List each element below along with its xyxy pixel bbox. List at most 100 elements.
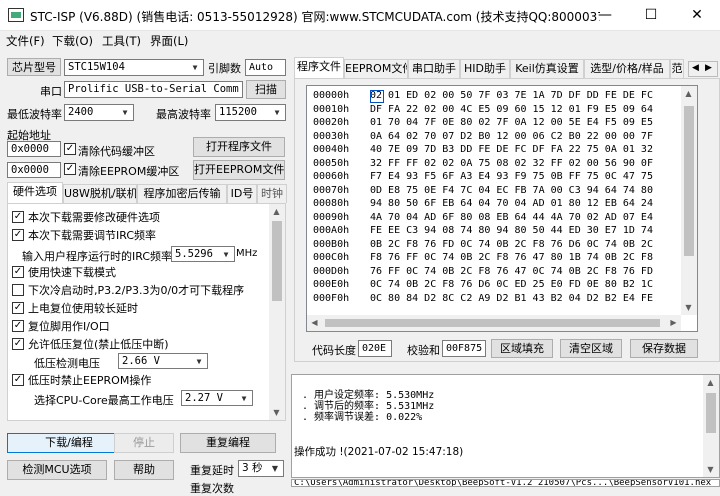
- app-icon: [8, 8, 24, 22]
- max-baud-select[interactable]: 115200 ▼: [215, 104, 286, 121]
- tab-u8w[interactable]: U8W脱机/联机: [63, 184, 137, 203]
- tab-eeprom-file[interactable]: EEPROM文件: [344, 59, 408, 78]
- scroll-up-icon[interactable]: ▲: [703, 375, 718, 390]
- detect-mcu-button[interactable]: 检测MCU选项: [7, 460, 107, 480]
- clear-code-checkbox[interactable]: ✓: [64, 143, 76, 155]
- scroll-down-icon[interactable]: ▼: [269, 405, 284, 420]
- hex-row[interactable]: 0C 74 0B 2C F8 76 D6 0C ED 25 E0 FD 0E 8…: [370, 278, 690, 292]
- hex-row[interactable]: F8 76 FF 0C 74 0B 2C F8 76 47 80 1B 74 0…: [370, 251, 690, 265]
- log-scrollbar[interactable]: ▲ ▼: [703, 375, 719, 477]
- lvd-select[interactable]: 2.66 V ▼: [118, 353, 208, 369]
- scroll-down-icon[interactable]: ▼: [703, 462, 718, 477]
- tab-keil-settings[interactable]: Keil仿真设置: [510, 59, 584, 78]
- clear-area-button[interactable]: 清空区域: [560, 339, 622, 358]
- log-line: . 调节后的频率: 5.531MHz: [302, 401, 435, 412]
- hex-address: 00010h: [313, 103, 350, 115]
- min-baud-select[interactable]: 2400 ▼: [64, 104, 134, 121]
- option-checkbox[interactable]: ✓: [12, 374, 24, 386]
- close-button[interactable]: ✕: [674, 0, 720, 31]
- hex-row[interactable]: F7 E4 93 F5 6F A3 E4 93 F9 75 0B FF 75 0…: [370, 170, 690, 184]
- download-program-button[interactable]: 下载/编程: [7, 433, 131, 453]
- option-checkbox[interactable]: ✓: [12, 320, 24, 332]
- repeat-delay-select[interactable]: 3 秒 ▼: [238, 460, 284, 477]
- scan-button[interactable]: 扫描: [246, 80, 286, 99]
- menu-file[interactable]: 文件(F): [6, 33, 45, 49]
- port-select[interactable]: Prolific USB-to-Serial Comm P: [64, 81, 243, 98]
- pin-count-select[interactable]: Auto: [245, 59, 286, 76]
- fill-area-button[interactable]: 区域填充: [491, 339, 553, 358]
- menu-interface[interactable]: 界面(L): [150, 33, 188, 49]
- open-eeprom-button[interactable]: 打开EEPROM文件: [193, 160, 285, 180]
- option-label: 下次冷启动时,P3.2/P3.3为0/0才可下载程序: [28, 284, 245, 297]
- hex-row[interactable]: 32 FF FF 02 02 0A 75 08 02 32 FF 02 00 5…: [370, 157, 690, 171]
- scroll-thumb[interactable]: [325, 319, 660, 327]
- hex-row[interactable]: 94 80 50 6F EB 64 04 70 04 AD 01 80 12 E…: [370, 197, 690, 211]
- option-checkbox[interactable]: ✓: [12, 266, 24, 278]
- tab-id[interactable]: ID号: [227, 184, 257, 203]
- open-program-button[interactable]: 打开程序文件: [193, 137, 285, 157]
- irc-frequency-input[interactable]: 5.5296 ▼: [171, 246, 235, 262]
- eeprom-start-address[interactable]: 0x0000: [7, 162, 61, 178]
- scroll-up-icon[interactable]: ▲: [681, 86, 696, 101]
- chevron-down-icon: ▼: [192, 63, 198, 72]
- tab-serial-assistant[interactable]: 串口助手: [408, 59, 460, 78]
- help-button[interactable]: 帮助: [114, 460, 174, 480]
- stop-button[interactable]: 停止: [114, 433, 174, 453]
- tab-program-file[interactable]: 程序文件: [294, 57, 344, 78]
- tab-selection-price[interactable]: 选型/价格/样品: [584, 59, 670, 78]
- menu-download[interactable]: 下载(O): [52, 33, 93, 49]
- option-checkbox[interactable]: ✓: [12, 211, 24, 223]
- hex-address: 00050h: [313, 157, 350, 169]
- tab-hid-assistant[interactable]: HID助手: [460, 59, 510, 78]
- hex-editor[interactable]: 00000h 00010h 00020h 00030h 00040h 00050h 0006…: [306, 85, 698, 332]
- hex-row[interactable]: 4A 70 04 AD 6F 80 08 EB 64 44 4A 70 02 A…: [370, 211, 690, 225]
- tab-more[interactable]: 范: [670, 59, 684, 78]
- options-scrollbar[interactable]: ▲ ▼: [269, 204, 285, 420]
- maximize-button[interactable]: ☐: [628, 0, 674, 31]
- log-line: . 用户设定频率: 5.530MHz: [302, 390, 435, 401]
- arrow-right-icon[interactable]: ▶: [705, 63, 712, 73]
- hex-row[interactable]: 0B 2C F8 76 FD 0C 74 0B 2C F8 76 D6 0C 7…: [370, 238, 690, 252]
- chip-model-field[interactable]: STC15W104 ▼: [64, 59, 204, 76]
- hex-row[interactable]: 0A 64 02 70 07 D2 B0 12 00 06 C2 B0 22 0…: [370, 130, 690, 144]
- hex-vscrollbar[interactable]: ▲ ▼: [681, 86, 697, 315]
- clear-eeprom-checkbox[interactable]: ✓: [64, 163, 76, 175]
- minimize-button[interactable]: —: [582, 0, 628, 31]
- hex-row[interactable]: 76 FF 0C 74 0B 2C F8 76 47 0C 74 0B 2C F…: [370, 265, 690, 279]
- scroll-up-icon[interactable]: ▲: [269, 204, 284, 219]
- hex-row[interactable]: 0D E8 75 0E F4 7C 04 EC FB 7A 00 C3 94 6…: [370, 184, 690, 198]
- option-checkbox[interactable]: ✓: [12, 338, 24, 350]
- scroll-thumb[interactable]: [706, 393, 716, 433]
- hex-cursor: [370, 90, 384, 103]
- tab-scroll-buttons[interactable]: ◀ ▶: [688, 61, 718, 77]
- option-label: 复位脚用作I/O口: [28, 320, 110, 333]
- log-line: . 频率调节误差: 0.022%: [302, 412, 423, 423]
- cpu-voltage-select[interactable]: 2.27 V ▼: [181, 390, 253, 406]
- hex-row[interactable]: DF FA 22 02 00 4C E5 09 60 15 12 01 F9 E…: [370, 103, 690, 117]
- tab-clock[interactable]: 时钟: [257, 184, 287, 203]
- scroll-down-icon[interactable]: ▼: [681, 300, 696, 315]
- scroll-right-icon[interactable]: ▶: [666, 315, 681, 330]
- hex-bytes[interactable]: 02 01 ED 02 00 50 7F 03 7E 1A 7D DF DD F…: [370, 89, 690, 305]
- scroll-thumb[interactable]: [684, 106, 694, 256]
- hex-row[interactable]: 02 01 ED 02 00 50 7F 03 7E 1A 7D DF DD F…: [370, 89, 690, 103]
- code-start-address[interactable]: 0x0000: [7, 141, 61, 157]
- chip-model-label[interactable]: 芯片型号: [7, 58, 61, 76]
- hex-row[interactable]: 01 70 04 7F 0E 80 02 7F 0A 12 00 5E E4 F…: [370, 116, 690, 130]
- hex-row[interactable]: 0C 80 84 D2 8C C2 A9 D2 B1 43 B2 04 D2 B…: [370, 292, 690, 306]
- hex-row[interactable]: 40 7E 09 7D B3 DD FE DE FC DF FA 22 75 0…: [370, 143, 690, 157]
- output-log[interactable]: . 用户设定频率: 5.530MHz . 调节后的频率: 5.531MHz . …: [291, 374, 720, 478]
- hex-hscrollbar[interactable]: ◀ ▶: [307, 315, 681, 331]
- scroll-thumb[interactable]: [272, 221, 282, 301]
- option-checkbox[interactable]: ✓: [12, 302, 24, 314]
- arrow-left-icon[interactable]: ◀: [692, 63, 699, 73]
- hex-row[interactable]: FE EE C3 94 08 74 80 94 80 50 44 ED 30 E…: [370, 224, 690, 238]
- tab-hardware-options[interactable]: 硬件选项: [7, 182, 63, 203]
- repeat-program-button[interactable]: 重复编程: [180, 433, 276, 453]
- scroll-left-icon[interactable]: ◀: [307, 315, 322, 330]
- option-checkbox[interactable]: [12, 284, 24, 296]
- menu-tools[interactable]: 工具(T): [102, 33, 141, 49]
- tab-encrypt[interactable]: 程序加密后传输: [137, 184, 227, 203]
- option-checkbox[interactable]: ✓: [12, 229, 24, 241]
- save-data-button[interactable]: 保存数据: [630, 339, 698, 358]
